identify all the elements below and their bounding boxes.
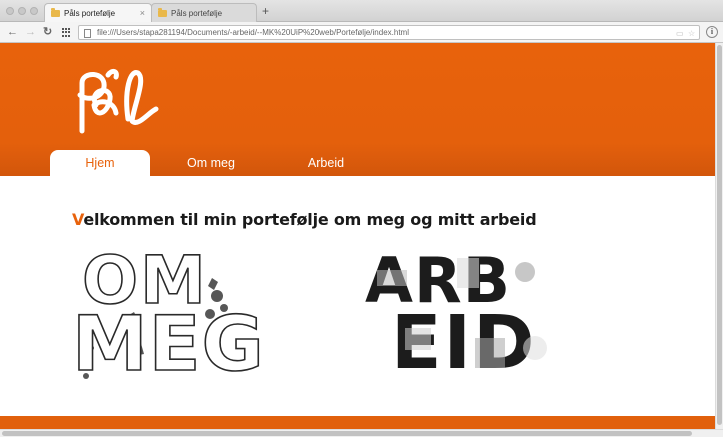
info-icon[interactable]: i (706, 26, 718, 38)
nav-tab-hjem[interactable]: Hjem (50, 150, 150, 176)
apps-grid-icon[interactable] (62, 28, 71, 37)
file-icon (84, 29, 91, 38)
om-meg-link[interactable]: OM MEG (71, 247, 297, 388)
extension-icon[interactable]: ▭ (676, 29, 684, 38)
folder-icon (51, 8, 60, 17)
bookmark-star-icon[interactable]: ☆ (688, 29, 695, 38)
window-close-button[interactable] (6, 7, 14, 15)
nav-tab-om-meg[interactable]: Om meg (164, 150, 258, 176)
browser-tab-bar: Påls portefølje × Påls portefølje + (0, 0, 723, 23)
heading-text: elkommen til min portefølje om meg og mi… (83, 210, 537, 229)
vertical-scrollbar-thumb[interactable] (717, 45, 722, 425)
arbeid-link[interactable]: ARB EID (365, 248, 580, 386)
tab-label: Påls portefølje (64, 9, 116, 18)
tab-label: Påls portefølje (171, 8, 223, 18)
arbeid-texture (377, 258, 547, 368)
folder-icon (158, 7, 167, 17)
forward-arrow-icon[interactable]: → (25, 25, 36, 39)
tab-close-icon[interactable]: × (140, 8, 145, 18)
meg-text: MEG (71, 299, 265, 388)
back-arrow-icon[interactable]: ← (7, 25, 18, 39)
browser-tab-inactive[interactable]: Påls portefølje (151, 3, 257, 22)
vertical-scrollbar[interactable] (715, 43, 723, 429)
window-minimize-button[interactable] (18, 7, 26, 15)
browser-tab-active[interactable]: Påls portefølje × (44, 3, 152, 23)
browser-toolbar: ← → ↻ file:///Users/stapa281194/Document… (0, 22, 723, 43)
site-footer-bar (0, 416, 715, 429)
site-logo[interactable] (68, 61, 168, 141)
window-zoom-button[interactable] (30, 7, 38, 15)
reload-icon[interactable]: ↻ (43, 25, 52, 39)
address-bar-url: file:///Users/stapa281194/Documents/-arb… (97, 28, 409, 37)
site-header: Hjem Om meg Arbeid (0, 43, 715, 176)
new-tab-button[interactable]: + (262, 4, 269, 18)
heading-initial: V (72, 210, 84, 229)
address-bar[interactable]: file:///Users/stapa281194/Documents/-arb… (78, 25, 700, 40)
horizontal-scrollbar-thumb[interactable] (2, 431, 692, 436)
nav-tab-arbeid[interactable]: Arbeid (282, 150, 370, 176)
page-heading: Velkommen til min portefølje om meg og m… (72, 210, 537, 229)
horizontal-scrollbar[interactable] (0, 429, 723, 437)
